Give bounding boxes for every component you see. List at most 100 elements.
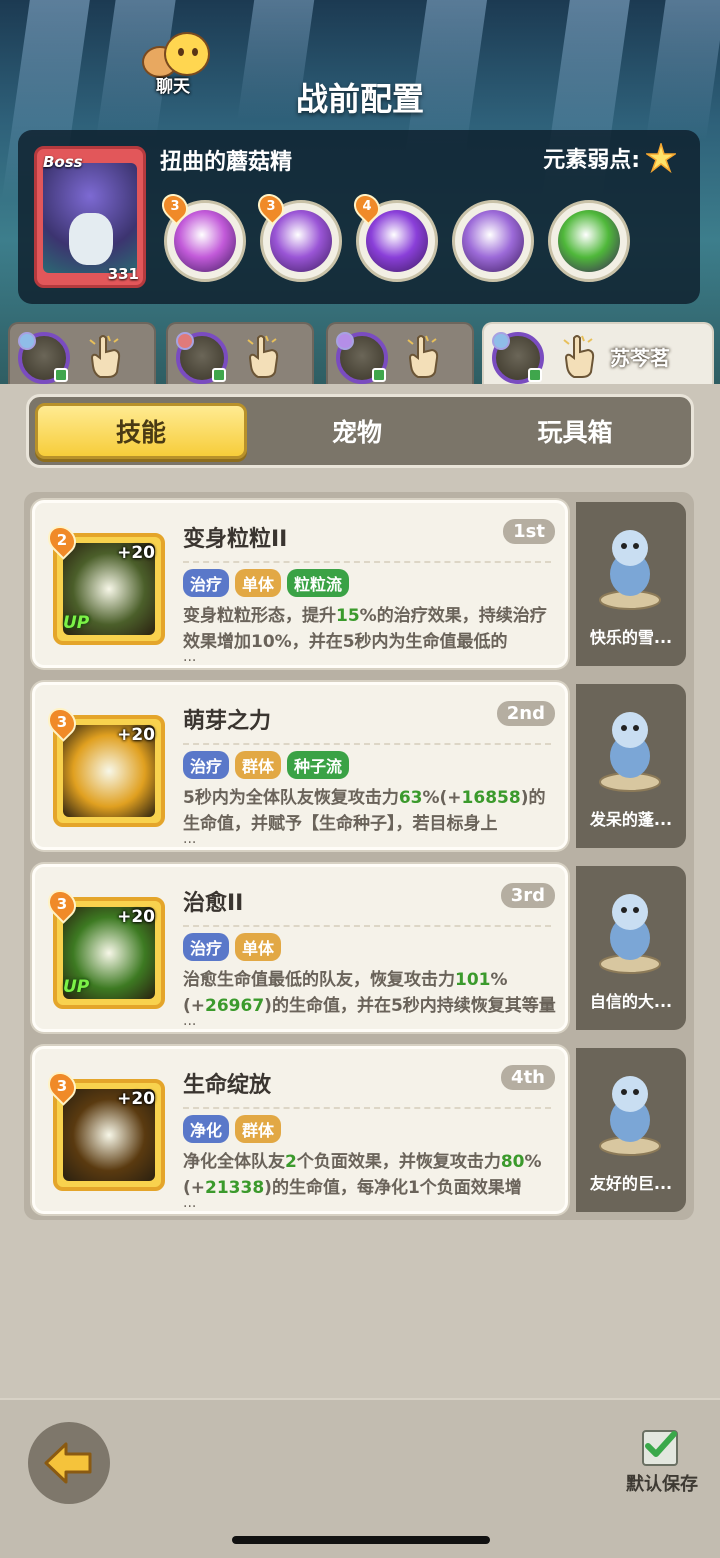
- skill-name: 生命绽放: [183, 1073, 272, 1098]
- hero-tab-3[interactable]: [326, 322, 474, 384]
- boss-skill-mushroom-icon[interactable]: [452, 200, 534, 282]
- tap-hand-icon: [247, 335, 279, 378]
- skill-tag: 单体: [235, 569, 282, 597]
- skill-card[interactable]: +20 UP 2 变身粒粒II 1st 治疗 单体 粒粒流 变身粒粒形态，提升15%的治疗效果，…: [32, 500, 568, 668]
- tab-skills[interactable]: 技能: [35, 403, 247, 459]
- shield-icon: [528, 368, 542, 382]
- mushroom-icon: [462, 210, 524, 272]
- desc-part: )的生命值，每净化1个负面效果增: [264, 1178, 522, 1198]
- pet-name: 友好的巨...: [589, 1174, 673, 1193]
- boss-name: 扭曲的蘑菇精: [160, 150, 293, 175]
- tab-toybox[interactable]: 玩具箱: [469, 403, 681, 459]
- skill-tags: 治疗 单体: [183, 933, 282, 961]
- fluffy-sheep-figure-icon: [599, 712, 661, 792]
- skill-bonus: +20: [117, 907, 155, 927]
- skill-tag: 粒粒流: [287, 569, 350, 597]
- skill-level-value: 3: [56, 895, 68, 913]
- boss-skill-mushroom-burst-icon[interactable]: 4: [348, 188, 438, 282]
- goat-figure-icon: [599, 894, 661, 974]
- skill-bonus: +20: [117, 725, 155, 745]
- element-icon: [176, 332, 194, 350]
- category-tabs: 技能 宠物 玩具箱: [26, 394, 694, 468]
- hero-tab-4[interactable]: 苏芩茗: [482, 322, 714, 386]
- robot-figure-icon: [599, 1076, 661, 1156]
- pet-slot[interactable]: 快乐的雪...: [576, 502, 686, 666]
- desc-part: 15: [336, 606, 360, 626]
- skill-bonus: +20: [117, 1089, 155, 1109]
- skill-order-badge: 2nd: [496, 701, 555, 726]
- skill-order-badge: 4th: [501, 1065, 555, 1090]
- skill-description: 变身粒粒形态，提升15%的治疗效果，持续治疗效果增加10%，并在5秒内为生命值最…: [183, 603, 559, 663]
- default-save-label[interactable]: 默认保存: [620, 1470, 704, 1496]
- divider: [183, 561, 551, 563]
- description-ellipsis: ...: [183, 649, 197, 665]
- boss-skill-pink-swirl-icon[interactable]: 3: [156, 188, 246, 282]
- skill-up-badge: UP: [63, 977, 90, 997]
- light-star-icon: [646, 143, 676, 173]
- pet-name: 快乐的雪...: [589, 628, 673, 647]
- description-ellipsis: ...: [183, 831, 197, 847]
- skill-level-value: 3: [56, 1077, 68, 1095]
- skill-card[interactable]: +20 3 萌芽之力 2nd 治疗 群体 种子流 5秒内为全体队友恢复攻击力63%(+1685…: [32, 682, 568, 850]
- pet-slot[interactable]: 发呆的蓬...: [576, 684, 686, 848]
- element-weakness: 元素弱点:: [543, 142, 676, 174]
- snow-sheep-figure-icon: [599, 530, 661, 610]
- description-ellipsis: ...: [183, 1195, 197, 1211]
- back-button[interactable]: [28, 1422, 110, 1504]
- skill-tag: 单体: [235, 933, 282, 961]
- desc-part: 26967: [205, 996, 265, 1016]
- page-title: 战前配置: [295, 80, 424, 118]
- skill-tag: 治疗: [183, 751, 230, 779]
- skill-tag: 群体: [235, 751, 282, 779]
- checkmark-icon: [645, 1431, 677, 1457]
- desc-part: 净化全体队友: [183, 1152, 285, 1172]
- skill-tags: 治疗 单体 粒粒流: [183, 569, 350, 597]
- desc-part: 2: [285, 1152, 297, 1172]
- boss-tag: Boss: [43, 153, 83, 171]
- boss-info-panel: Boss 331 扭曲的蘑菇精 元素弱点: 3 3 4: [18, 130, 700, 304]
- back-arrow-icon: [44, 1442, 92, 1484]
- skill-tags: 净化 群体: [183, 1115, 282, 1143]
- mushroom-boss-portrait: [43, 163, 137, 273]
- pink-swirl-icon: [174, 210, 236, 272]
- boss-skill-green-slime-icon[interactable]: [548, 200, 630, 282]
- skill-list: +20 UP 2 变身粒粒II 1st 治疗 单体 粒粒流 变身粒粒形态，提升15%的治疗效果，…: [24, 492, 694, 1220]
- pet-name: 自信的大...: [589, 992, 673, 1011]
- desc-part: 21338: [205, 1178, 265, 1198]
- hero-name: 苏芩茗: [610, 346, 670, 370]
- pet-slot[interactable]: 友好的巨...: [576, 1048, 686, 1212]
- tab-pets[interactable]: 宠物: [251, 403, 463, 459]
- boss-skill-purple-drop-icon[interactable]: 3: [252, 188, 342, 282]
- skill-card[interactable]: +20 UP 3 治愈II 3rd 治疗 单体 治愈生命值最低的队友，恢复攻击力101%(+2…: [32, 864, 568, 1032]
- desc-part: 变身粒粒形态，提升: [183, 606, 336, 626]
- tap-hand-icon: [563, 335, 595, 378]
- skill-order-badge: 3rd: [500, 883, 555, 908]
- main-panel: 技能 宠物 玩具箱 +20 UP 2 变身粒粒II 1st 治疗 单体 粒粒流 变身粒粒形态，提…: [0, 384, 720, 1398]
- pet-slot[interactable]: 自信的大...: [576, 866, 686, 1030]
- tap-hand-icon: [89, 335, 121, 378]
- hero-tab-1[interactable]: [8, 322, 156, 384]
- skill-description: 5秒内为全体队友恢复攻击力63%(+16858)的生命值，并赋予【生命种子】，若…: [183, 785, 559, 845]
- skill-description: 治愈生命值最低的队友，恢复攻击力101%(+26967)的生命值，并在5秒内持续…: [183, 967, 559, 1027]
- skill-level-value: 4: [362, 199, 372, 214]
- default-save-checkbox[interactable]: [642, 1430, 678, 1466]
- desc-part: 个负面效果，并恢复攻击力: [296, 1152, 501, 1172]
- boss-card[interactable]: Boss 331: [34, 146, 146, 288]
- desc-part: 5秒内为全体队友恢复攻击力: [183, 788, 399, 808]
- skill-description: 净化全体队友2个负面效果，并恢复攻击力80%(+21338)的生命值，每净化1个…: [183, 1149, 559, 1209]
- green-slime-icon: [558, 210, 620, 272]
- skill-name: 变身粒粒II: [183, 527, 288, 552]
- skill-card[interactable]: +20 3 生命绽放 4th 净化 群体净化全体队友2个负面效果，并恢复攻击力80%(+2…: [32, 1046, 568, 1214]
- desc-part: 63: [398, 788, 423, 808]
- hero-tab-2[interactable]: [166, 322, 314, 384]
- skill-tag: 群体: [235, 1115, 282, 1143]
- tap-hand-icon: [407, 335, 439, 378]
- desc-part: )的生命值，并在5秒内持续恢复其等量: [264, 996, 556, 1016]
- skill-tag: 种子流: [287, 751, 350, 779]
- shield-icon: [212, 368, 226, 382]
- desc-part: %(+: [422, 788, 462, 808]
- hero-tabs: 苏芩茗: [0, 320, 720, 386]
- boss-level: 331: [107, 265, 139, 283]
- skill-level-value: 2: [56, 531, 68, 549]
- skill-level-value: 3: [266, 199, 276, 214]
